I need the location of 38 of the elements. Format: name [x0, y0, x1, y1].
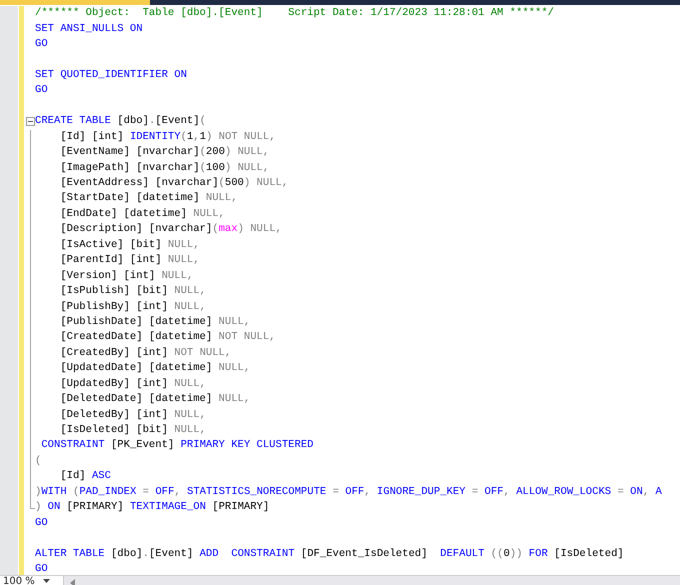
code-line: GO — [35, 562, 48, 577]
code-line: [Id] ASC — [59, 469, 111, 484]
code-line: [EventAddress] [nvarchar](500) NULL, — [59, 176, 288, 192]
code-line: [UpdatedDate] [datetime] NULL, — [59, 361, 250, 376]
code-line: )WITH (PAD_INDEX = OFF, STATISTICS_NORECOMPUTE = OFF, IGNORE_DUP_KEY = OFF, ALLOW_ROW_LOCKS = ON, A — [35, 484, 662, 500]
collapse-icon[interactable] — [26, 117, 35, 126]
code-line: GO — [35, 83, 48, 98]
code-line: [StartDate] [datetime] NULL, — [59, 191, 238, 206]
code-line: [UpdatedBy] [int] NULL, — [59, 376, 206, 392]
code-line: ) ON [PRIMARY] TEXTIMAGE_ON [PRIMARY] — [35, 500, 270, 516]
code-line: [PublishBy] [int] NULL, — [59, 300, 206, 315]
zoom-dropdown[interactable]: 100 % — [0, 576, 64, 585]
code-line: [Description] [nvarchar](max) NULL, — [59, 222, 282, 238]
code-line: CONSTRAINT [PK_Event] PRIMARY KEY CLUSTERED — [40, 438, 314, 454]
code-line: CREATE TABLE [dbo].[Event]( — [35, 114, 206, 130]
code-line: GO — [35, 37, 48, 52]
code-line: [IsActive] [bit] NULL, — [59, 238, 200, 253]
code-line: GO — [35, 516, 48, 531]
scroll-left-icon[interactable] — [70, 579, 75, 585]
code-line: ALTER TABLE [dbo].[Event] ADD CONSTRAINT [DF_Event_IsDeleted] DEFAULT ((0)) FOR [IsDeleted] — [35, 546, 624, 562]
code-line: [DeletedDate] [datetime] NULL, — [59, 392, 250, 408]
code-line: [EndDate] [datetime] NULL, — [59, 206, 225, 222]
code-line: [ParentId] [int] NULL, — [59, 253, 200, 268]
code-line: [PublishDate] [datetime] NULL, — [59, 314, 250, 330]
code-line: SET ANSI_NULLS ON — [35, 22, 143, 37]
code-line: [DeletedBy] [int] NULL, — [59, 408, 206, 423]
code-line: [EventName] [nvarchar](200) NULL, — [59, 145, 270, 160]
code-line: [Id] [int] IDENTITY(1,1) NOT NULL, — [59, 130, 276, 145]
code-line: [ImagePath] [nvarchar](100) NULL, — [59, 160, 270, 176]
code-line: [IsDeleted] [bit] NULL, — [59, 423, 206, 438]
code-line: [Version] [int] NULL, — [59, 268, 194, 284]
code-line: ( — [35, 454, 42, 469]
code-line: /****** Object: Table [dbo].[Event] Script Date: 1/17/2023 11:28:01 AM ******/ — [35, 6, 554, 22]
code-line: [CreatedDate] [datetime] NOT NULL, — [59, 330, 276, 346]
code-line: [CreatedBy] [int] NOT NULL, — [59, 346, 232, 361]
caret-icon — [42, 579, 50, 583]
code-line: SET QUOTED_IDENTIFIER ON — [35, 68, 187, 83]
code-line: [IsPublish] [bit] NULL, — [59, 284, 206, 300]
